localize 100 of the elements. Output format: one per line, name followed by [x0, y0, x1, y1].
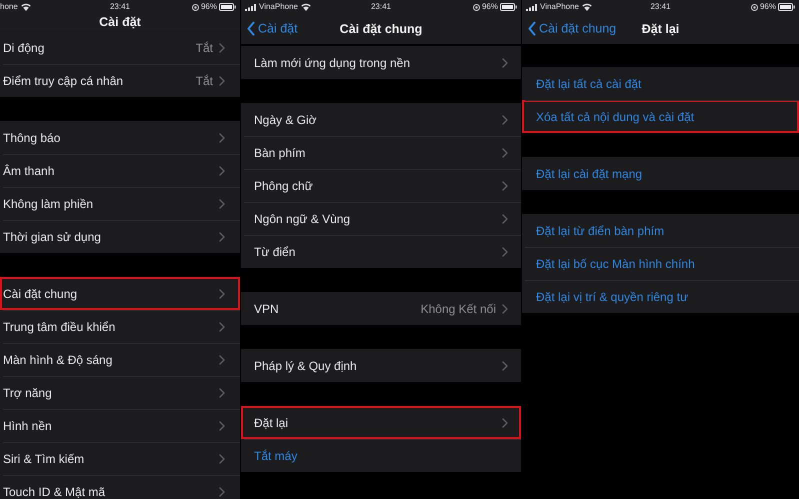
- settings-row[interactable]: Bàn phím: [241, 136, 521, 169]
- row-label: Siri & Tìm kiếm: [3, 450, 86, 468]
- carrier-name: VinaPhone: [540, 1, 579, 13]
- settings-row[interactable]: Di động Tắt: [0, 31, 240, 64]
- status-time: 23:41: [370, 1, 392, 13]
- row-label: Ngày & Giờ: [254, 112, 318, 128]
- carrier-name: VinaPhone: [259, 1, 298, 13]
- settings-row[interactable]: Đặt lại từ điển bàn phím: [522, 214, 799, 247]
- chevron-icon: [219, 322, 225, 332]
- settings-row[interactable]: Đặt lại bố cục Màn hình chính: [522, 247, 799, 280]
- row-label: Phông chữ: [254, 178, 314, 194]
- settings-row[interactable]: Thông báo: [0, 121, 240, 154]
- wifi-icon: [301, 3, 311, 11]
- nav-title: Cài đặt chung: [340, 20, 422, 38]
- chevron-icon: [219, 232, 225, 242]
- back-chevron-icon: [528, 22, 536, 36]
- battery-percent: 96%: [200, 1, 217, 13]
- settings-row[interactable]: Âm thanh: [0, 154, 240, 187]
- row-label: Cài đặt chung: [3, 286, 78, 302]
- chevron-icon: [502, 418, 508, 428]
- location-lock-icon: [750, 4, 758, 10]
- chevron-icon: [502, 58, 508, 68]
- chevron-icon: [502, 114, 508, 124]
- chevron-icon: [502, 180, 508, 190]
- settings-row[interactable]: Không làm phiền: [0, 187, 240, 220]
- settings-row[interactable]: Điểm truy cập cá nhân Tắt: [0, 64, 240, 97]
- chevron-icon: [219, 454, 225, 464]
- chevron-icon: [502, 246, 508, 256]
- row-label: Đặt lại từ điển bàn phím: [536, 222, 666, 240]
- row-label: Đặt lại cài đặt mạng: [536, 166, 644, 182]
- chevron-icon: [219, 198, 225, 208]
- chevron-icon: [219, 354, 225, 364]
- row-label: Màn hình & Độ sáng: [3, 352, 114, 368]
- row-label: Đặt lại bố cục Màn hình chính: [536, 256, 696, 272]
- row-label: Ngôn ngữ & Vùng: [254, 210, 352, 228]
- back-button[interactable]: Cài đặt chung: [528, 20, 616, 38]
- row-label: Pháp lý & Quy định: [254, 358, 358, 374]
- row-label: Từ điển: [254, 244, 296, 260]
- battery-icon: [778, 3, 795, 11]
- chevron-icon: [502, 148, 508, 158]
- settings-row[interactable]: Phông chữ: [241, 169, 521, 202]
- row-label: Thời gian sử dụng: [3, 228, 102, 246]
- settings-row[interactable]: Pháp lý & Quy định: [241, 349, 521, 382]
- settings-row[interactable]: Trung tâm điều khiển: [0, 310, 240, 343]
- settings-row[interactable]: Từ điển: [241, 235, 521, 268]
- settings-row[interactable]: Đặt lại vị trí & quyền riêng tư: [522, 280, 799, 313]
- settings-row[interactable]: Đặt lại tất cả cài đặt: [522, 67, 799, 100]
- row-label: Xóa tất cả nội dung và cài đặt: [536, 108, 696, 126]
- settings-row[interactable]: Hình nền: [0, 409, 240, 442]
- row-value: Tắt: [196, 40, 213, 56]
- chevron-icon: [502, 304, 508, 314]
- settings-row[interactable]: Touch ID & Mật mã: [0, 475, 240, 499]
- settings-row[interactable]: Cài đặt chung: [0, 277, 240, 310]
- row-label: Touch ID & Mật mã: [3, 484, 106, 499]
- chevron-icon: [219, 420, 225, 430]
- row-label: Thông báo: [3, 130, 62, 146]
- chevron-icon: [219, 486, 225, 496]
- settings-row[interactable]: Ngôn ngữ & Vùng: [241, 202, 521, 235]
- row-label: Đặt lại tất cả cài đặt: [536, 76, 642, 92]
- carrier-name: hone: [0, 1, 18, 13]
- row-label: Không làm phiền: [3, 196, 94, 212]
- battery-percent: 96%: [760, 1, 776, 13]
- row-label: Làm mới ứng dụng trong nền: [254, 54, 411, 72]
- chevron-icon: [219, 166, 225, 176]
- settings-row[interactable]: Làm mới ứng dụng trong nền: [241, 46, 521, 79]
- row-value: Tắt: [196, 72, 213, 90]
- row-label: Hình nền: [3, 418, 53, 434]
- settings-row[interactable]: Siri & Tìm kiếm: [0, 442, 240, 475]
- location-lock-icon: [192, 4, 199, 10]
- row-label: Di động: [3, 40, 46, 56]
- settings-row[interactable]: Đặt lại cài đặt mạng: [522, 157, 799, 190]
- chevron-icon: [219, 388, 225, 398]
- chevron-icon: [219, 76, 225, 86]
- settings-row[interactable]: Màn hình & Độ sáng: [0, 343, 240, 376]
- settings-row[interactable]: VPN Không Kết nối: [241, 292, 521, 325]
- location-lock-icon: [472, 4, 480, 10]
- settings-row[interactable]: Xóa tất cả nội dung và cài đặt: [522, 100, 799, 133]
- signal-icon: [526, 4, 537, 10]
- back-button[interactable]: Cài đặt: [247, 20, 298, 38]
- row-label: Tắt máy: [254, 448, 298, 464]
- settings-row[interactable]: Đặt lại: [241, 406, 521, 439]
- settings-row[interactable]: Ngày & Giờ: [241, 103, 521, 136]
- row-label: Trung tâm điều khiển: [3, 318, 116, 336]
- chevron-icon: [219, 288, 225, 298]
- row-label: Điểm truy cập cá nhân: [3, 72, 124, 90]
- nav-title: Cài đặt: [99, 14, 141, 32]
- row-label: Đặt lại vị trí & quyền riêng tư: [536, 288, 690, 306]
- row-label: Bàn phím: [254, 144, 306, 162]
- settings-row[interactable]: Trợ năng: [0, 376, 240, 409]
- status-time: 23:41: [649, 1, 672, 13]
- battery-percent: 96%: [482, 1, 498, 13]
- chevron-icon: [502, 214, 508, 224]
- settings-row[interactable]: Tắt máy: [241, 439, 521, 472]
- wifi-icon: [582, 3, 592, 11]
- settings-row[interactable]: Thời gian sử dụng: [0, 220, 240, 253]
- row-value: Không Kết nối: [420, 300, 496, 318]
- back-chevron-icon: [247, 22, 255, 36]
- status-time: 23:41: [108, 1, 131, 13]
- chevron-icon: [502, 360, 508, 370]
- row-label: Trợ năng: [3, 384, 53, 402]
